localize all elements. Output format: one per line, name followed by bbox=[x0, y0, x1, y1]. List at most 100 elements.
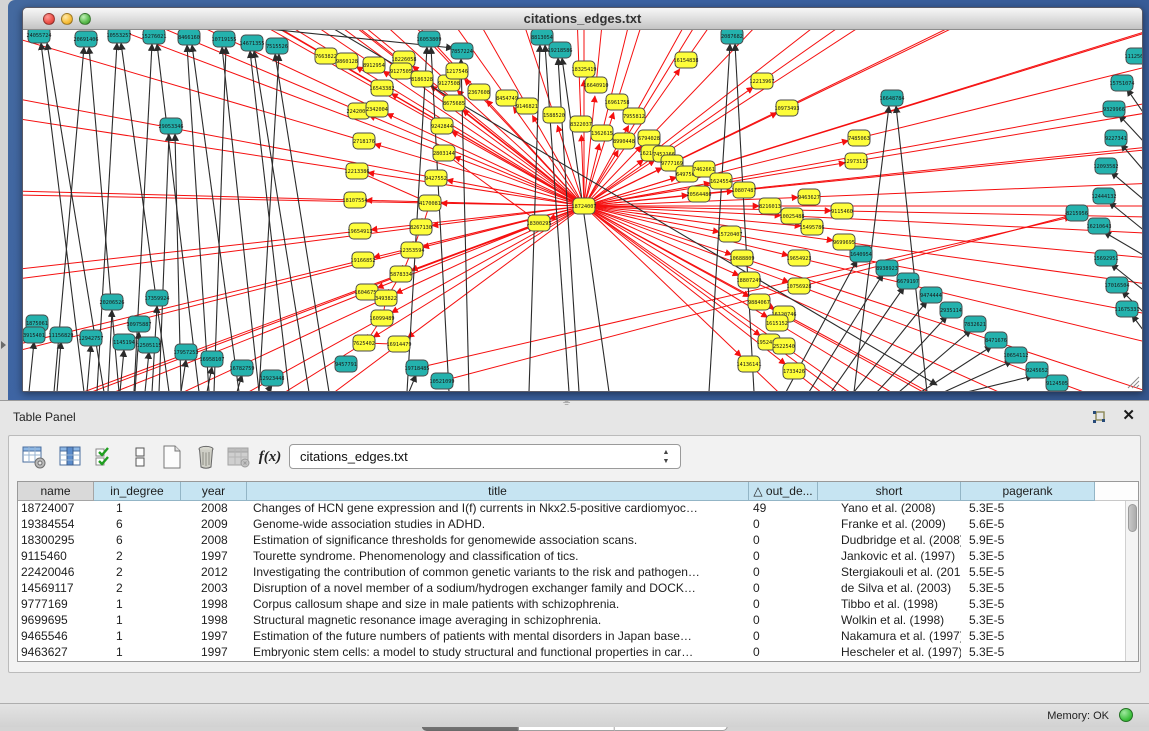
graph-node[interactable]: 11675331 bbox=[1115, 301, 1140, 317]
graph-node[interactable]: 8813054 bbox=[531, 30, 553, 45]
graph-node[interactable]: 16648784 bbox=[880, 90, 905, 106]
graph-node[interactable]: 14136141 bbox=[737, 356, 762, 372]
graph-node[interactable]: 7485063 bbox=[848, 130, 870, 146]
column-header-name[interactable]: name bbox=[18, 482, 94, 501]
graph-node[interactable]: 19654913 bbox=[348, 223, 373, 239]
black-citation-edge[interactable] bbox=[967, 376, 1033, 391]
graph-node[interactable]: 8471676 bbox=[985, 332, 1007, 348]
graph-node[interactable]: 10973493 bbox=[775, 100, 800, 116]
graph-node[interactable]: 7515526 bbox=[266, 38, 288, 54]
column-header-short[interactable]: short bbox=[818, 482, 961, 501]
graph-node[interactable]: 15720407 bbox=[718, 226, 743, 242]
red-citation-edge[interactable] bbox=[452, 131, 584, 206]
graph-node[interactable]: 17957253 bbox=[174, 344, 199, 360]
graph-node[interactable]: 12942757 bbox=[79, 330, 104, 346]
black-citation-edge[interactable] bbox=[120, 350, 124, 391]
scrollbar-thumb[interactable] bbox=[1128, 504, 1137, 532]
graph-node[interactable]: 15495786 bbox=[800, 219, 825, 235]
black-citation-edge[interactable] bbox=[29, 342, 34, 391]
network-canvas[interactable]: 2405572420691406105532571527602184661601… bbox=[23, 30, 1142, 391]
graph-node[interactable]: 2342004 bbox=[366, 101, 388, 117]
graph-node[interactable]: 16053809 bbox=[417, 31, 442, 47]
table-row[interactable]: 946362711997Embryonic stem cells: a mode… bbox=[18, 645, 1118, 661]
graph-node[interactable]: 8675685 bbox=[443, 95, 465, 111]
graph-node[interactable]: 12213386 bbox=[345, 163, 370, 179]
column-header-year[interactable]: year bbox=[181, 482, 247, 501]
graph-node[interactable]: 18107554 bbox=[343, 192, 368, 208]
graph-node[interactable]: 10807487 bbox=[732, 182, 757, 198]
graph-node[interactable]: 19654923 bbox=[787, 250, 812, 266]
graph-node[interactable]: 6794028 bbox=[638, 130, 660, 146]
graph-node[interactable]: 9427552 bbox=[425, 170, 447, 186]
black-citation-edge[interactable] bbox=[87, 345, 91, 391]
table-row[interactable]: 946554611997Estimation of the future num… bbox=[18, 629, 1118, 645]
black-citation-edge[interactable] bbox=[157, 44, 199, 391]
graph-node[interactable]: 12353594 bbox=[400, 242, 425, 258]
red-citation-edge[interactable] bbox=[584, 206, 741, 356]
black-citation-edge[interactable] bbox=[1109, 202, 1142, 241]
graph-node[interactable]: 8186328 bbox=[411, 71, 433, 87]
graph-node[interactable]: 1624554 bbox=[710, 173, 732, 189]
graph-node[interactable]: 10654112 bbox=[1004, 347, 1029, 363]
graph-node[interactable]: 1615152 bbox=[766, 315, 788, 331]
graph-node[interactable]: 16914479 bbox=[387, 336, 412, 352]
graph-node[interactable]: 9860128 bbox=[336, 53, 358, 69]
graph-node[interactable]: 24055724 bbox=[27, 30, 52, 43]
red-citation-edge[interactable] bbox=[584, 206, 760, 335]
graph-node[interactable]: 14671355 bbox=[240, 35, 265, 51]
graph-node[interactable]: 3915401 bbox=[23, 327, 45, 343]
window-resize-grip-icon[interactable] bbox=[1126, 375, 1140, 389]
graph-node[interactable]: 15692951 bbox=[1094, 250, 1119, 266]
black-citation-edge[interactable] bbox=[1132, 315, 1142, 349]
graph-node[interactable]: 12213967 bbox=[750, 73, 775, 89]
split-pane-grip-icon[interactable]: ⌯ bbox=[563, 397, 570, 408]
graph-node[interactable]: 9699695 bbox=[833, 234, 855, 250]
black-citation-edge[interactable] bbox=[409, 375, 416, 391]
graph-node[interactable]: 9329966 bbox=[1103, 101, 1125, 117]
graph-node[interactable]: 10025488 bbox=[780, 208, 805, 224]
graph-node[interactable]: 19218586 bbox=[548, 42, 573, 58]
graph-node[interactable]: 29053346 bbox=[159, 118, 184, 134]
graph-node[interactable]: 18300295 bbox=[527, 215, 552, 231]
graph-node[interactable]: 4170081 bbox=[419, 195, 441, 211]
black-citation-edge[interactable] bbox=[187, 45, 209, 391]
graph-node[interactable]: 8990448 bbox=[613, 133, 635, 149]
graph-node[interactable]: 16958107 bbox=[200, 351, 225, 367]
graph-node[interactable]: 2522540 bbox=[773, 338, 795, 354]
graph-node[interactable]: 8267130 bbox=[410, 219, 432, 235]
black-citation-edge[interactable] bbox=[944, 361, 1012, 391]
table-row[interactable]: 1938455462009Genome-wide association stu… bbox=[18, 517, 1118, 533]
graph-node[interactable]: 7832621 bbox=[964, 316, 986, 332]
graph-node[interactable]: 12093582 bbox=[1094, 158, 1119, 174]
graph-node[interactable]: 16543382 bbox=[370, 80, 395, 96]
column-header-out_de[interactable]: △ out_de... bbox=[749, 482, 818, 501]
graph-node[interactable]: 10553257 bbox=[107, 30, 132, 43]
graph-node[interactable]: 9115460 bbox=[831, 203, 853, 219]
function-builder-icon[interactable]: f(x) bbox=[257, 444, 283, 470]
graph-node[interactable]: 9127505 bbox=[390, 63, 412, 79]
graph-node[interactable]: 2367608 bbox=[468, 84, 490, 100]
graph-node[interactable]: 16210643 bbox=[1087, 218, 1112, 234]
graph-node[interactable]: 2803144 bbox=[433, 145, 455, 161]
graph-node[interactable]: 12973115 bbox=[844, 153, 869, 169]
graph-node[interactable]: 16154838 bbox=[674, 52, 699, 68]
black-citation-edge[interactable] bbox=[735, 44, 754, 391]
graph-node[interactable]: 7955812 bbox=[623, 108, 645, 124]
graph-node[interactable]: 6679197 bbox=[897, 273, 919, 289]
graph-node[interactable]: 16782759 bbox=[230, 360, 255, 376]
graph-node[interactable]: 8216013 bbox=[759, 198, 781, 214]
graph-node[interactable]: 18724007 bbox=[572, 198, 597, 214]
merge-rows-icon[interactable] bbox=[127, 444, 153, 470]
graph-node[interactable]: 18325419 bbox=[572, 61, 597, 77]
graph-node[interactable]: 2087682 bbox=[721, 30, 743, 44]
table-row[interactable]: 969969511998Structural magnetic resonanc… bbox=[18, 613, 1118, 629]
graph-node[interactable]: 20206526 bbox=[100, 294, 125, 310]
graph-node[interactable]: 8454749 bbox=[496, 90, 518, 106]
graph-node[interactable]: 2935114 bbox=[940, 302, 962, 318]
graph-node[interactable]: 9457791 bbox=[335, 356, 357, 372]
column-header-pagerank[interactable]: pagerank bbox=[961, 482, 1095, 501]
table-row[interactable]: 911546021997Tourette syndrome. Phenomeno… bbox=[18, 549, 1118, 565]
graph-node[interactable]: 12505115 bbox=[137, 337, 162, 353]
graph-node[interactable]: 8215956 bbox=[1066, 205, 1088, 221]
graph-node[interactable]: 8322037 bbox=[570, 116, 592, 132]
